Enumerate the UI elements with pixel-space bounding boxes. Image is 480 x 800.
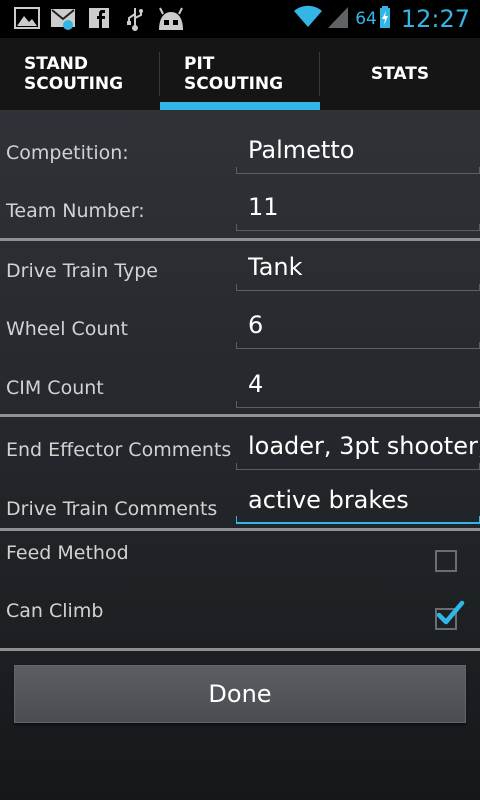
competition-field[interactable]: Palmetto xyxy=(236,130,480,174)
feed-method-checkbox[interactable] xyxy=(435,550,457,572)
tab-stats[interactable]: STATS xyxy=(320,38,480,110)
wheel-count-label: Wheel Count xyxy=(6,318,128,340)
feed-method-label: Feed Method xyxy=(6,542,129,564)
tab-label: STAND SCOUTING xyxy=(24,54,124,94)
wifi-icon xyxy=(293,5,323,33)
battery-percent: 64 xyxy=(355,9,377,29)
drive-train-comments-label: Drive Train Comments xyxy=(6,498,218,520)
drive-train-comments-field[interactable]: active brakes xyxy=(236,480,480,524)
tab-bar: STAND SCOUTING PIT SCOUTING STATS xyxy=(0,38,480,110)
signal-icon xyxy=(327,5,349,33)
tab-label: PIT SCOUTING xyxy=(184,54,284,94)
end-effector-comments-field[interactable]: loader, 3pt shooter, xyxy=(236,426,480,470)
tab-label: STATS xyxy=(370,64,430,84)
cim-count-value: 4 xyxy=(248,370,264,398)
wheel-count-field[interactable]: 6 xyxy=(236,305,480,349)
tab-pit-scouting[interactable]: PIT SCOUTING xyxy=(160,38,320,110)
team-number-label: Team Number: xyxy=(6,200,145,222)
competition-value: Palmetto xyxy=(248,136,355,164)
drive-train-type-field[interactable]: Tank xyxy=(236,247,480,291)
drive-train-type-value: Tank xyxy=(248,253,303,281)
image-icon xyxy=(14,6,40,34)
end-effector-comments-label: End Effector Comments xyxy=(6,439,232,461)
section-divider xyxy=(0,528,480,531)
status-right: 64 12:27 xyxy=(293,0,470,38)
drive-train-comments-value: active brakes xyxy=(248,486,409,514)
pit-scouting-form: Competition: Palmetto Team Number: 11 Dr… xyxy=(0,110,480,800)
checkmark-icon xyxy=(436,600,465,625)
tab-stand-scouting[interactable]: STAND SCOUTING xyxy=(0,38,160,110)
mail-icon xyxy=(50,6,78,36)
cim-count-field[interactable]: 4 xyxy=(236,364,480,408)
end-effector-comments-value: loader, 3pt shooter, xyxy=(248,432,480,460)
section-divider xyxy=(0,414,480,417)
cim-count-label: CIM Count xyxy=(6,377,104,399)
section-divider xyxy=(0,648,480,651)
clock: 12:27 xyxy=(400,5,470,33)
tab-selected-indicator xyxy=(160,102,320,110)
wheel-count-value: 6 xyxy=(248,311,264,339)
can-climb-checkbox[interactable] xyxy=(435,600,465,630)
done-button[interactable]: Done xyxy=(14,665,466,723)
team-number-field[interactable]: 11 xyxy=(236,187,480,231)
usb-icon xyxy=(124,6,146,36)
competition-label: Competition: xyxy=(6,142,129,164)
facebook-icon xyxy=(88,6,110,34)
battery-icon xyxy=(379,5,391,33)
section-divider xyxy=(0,238,480,241)
android-icon xyxy=(156,6,186,36)
team-number-value: 11 xyxy=(248,193,279,221)
can-climb-label: Can Climb xyxy=(6,600,104,622)
status-bar: 64 12:27 xyxy=(0,0,480,38)
drive-train-type-label: Drive Train Type xyxy=(6,260,158,282)
